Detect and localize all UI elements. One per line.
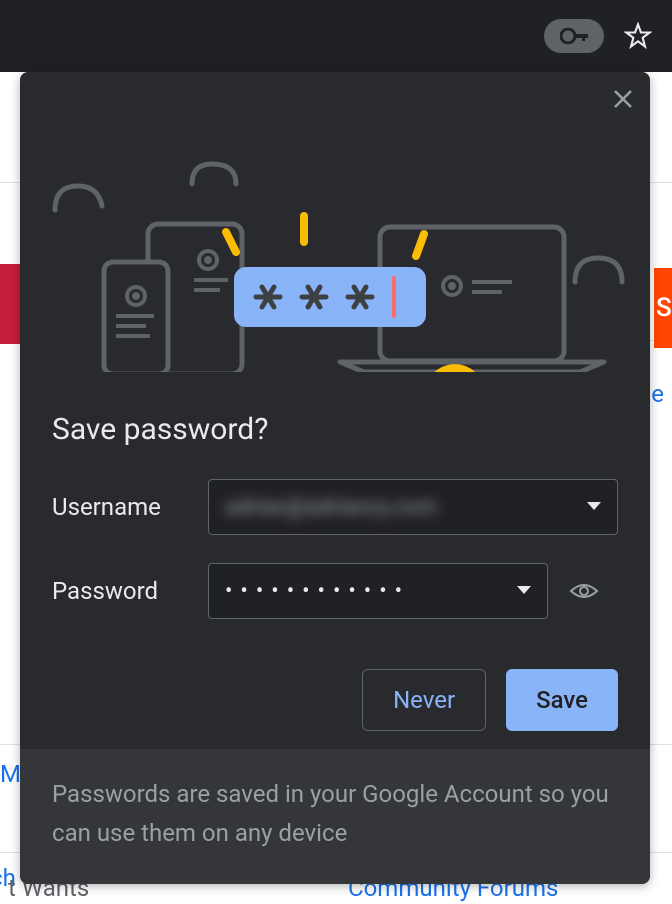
username-label: Username: [52, 493, 192, 521]
show-password-button[interactable]: [564, 581, 604, 601]
star-icon[interactable]: [624, 22, 652, 50]
bg-red-stripe: [0, 264, 20, 344]
bg-partial-link-m: M: [0, 760, 21, 788]
save-button[interactable]: Save: [506, 669, 618, 731]
dialog-footer-text: Passwords are saved in your Google Accou…: [20, 749, 650, 884]
never-button[interactable]: Never: [362, 669, 486, 731]
password-key-badge[interactable]: [544, 19, 604, 53]
eye-icon: [569, 581, 599, 601]
password-illustration: [20, 72, 650, 372]
password-label: Password: [52, 577, 192, 605]
browser-toolbar: [0, 0, 672, 72]
chevron-down-icon: [587, 502, 601, 512]
password-value: ••••••••••••: [225, 579, 517, 604]
bg-right-badge: S: [654, 268, 672, 348]
bg-partial-link-e: e: [651, 380, 664, 408]
dialog-title: Save password?: [52, 412, 618, 447]
chevron-down-icon: [517, 586, 531, 596]
username-value: adrian@adriancy.com: [225, 495, 587, 520]
key-icon: [560, 28, 588, 44]
password-select[interactable]: ••••••••••••: [208, 563, 548, 619]
devices-illustration-svg: [20, 72, 650, 372]
username-select[interactable]: adrian@adriancy.com: [208, 479, 618, 535]
save-password-dialog: Save password? Username adrian@adriancy.…: [20, 72, 650, 884]
